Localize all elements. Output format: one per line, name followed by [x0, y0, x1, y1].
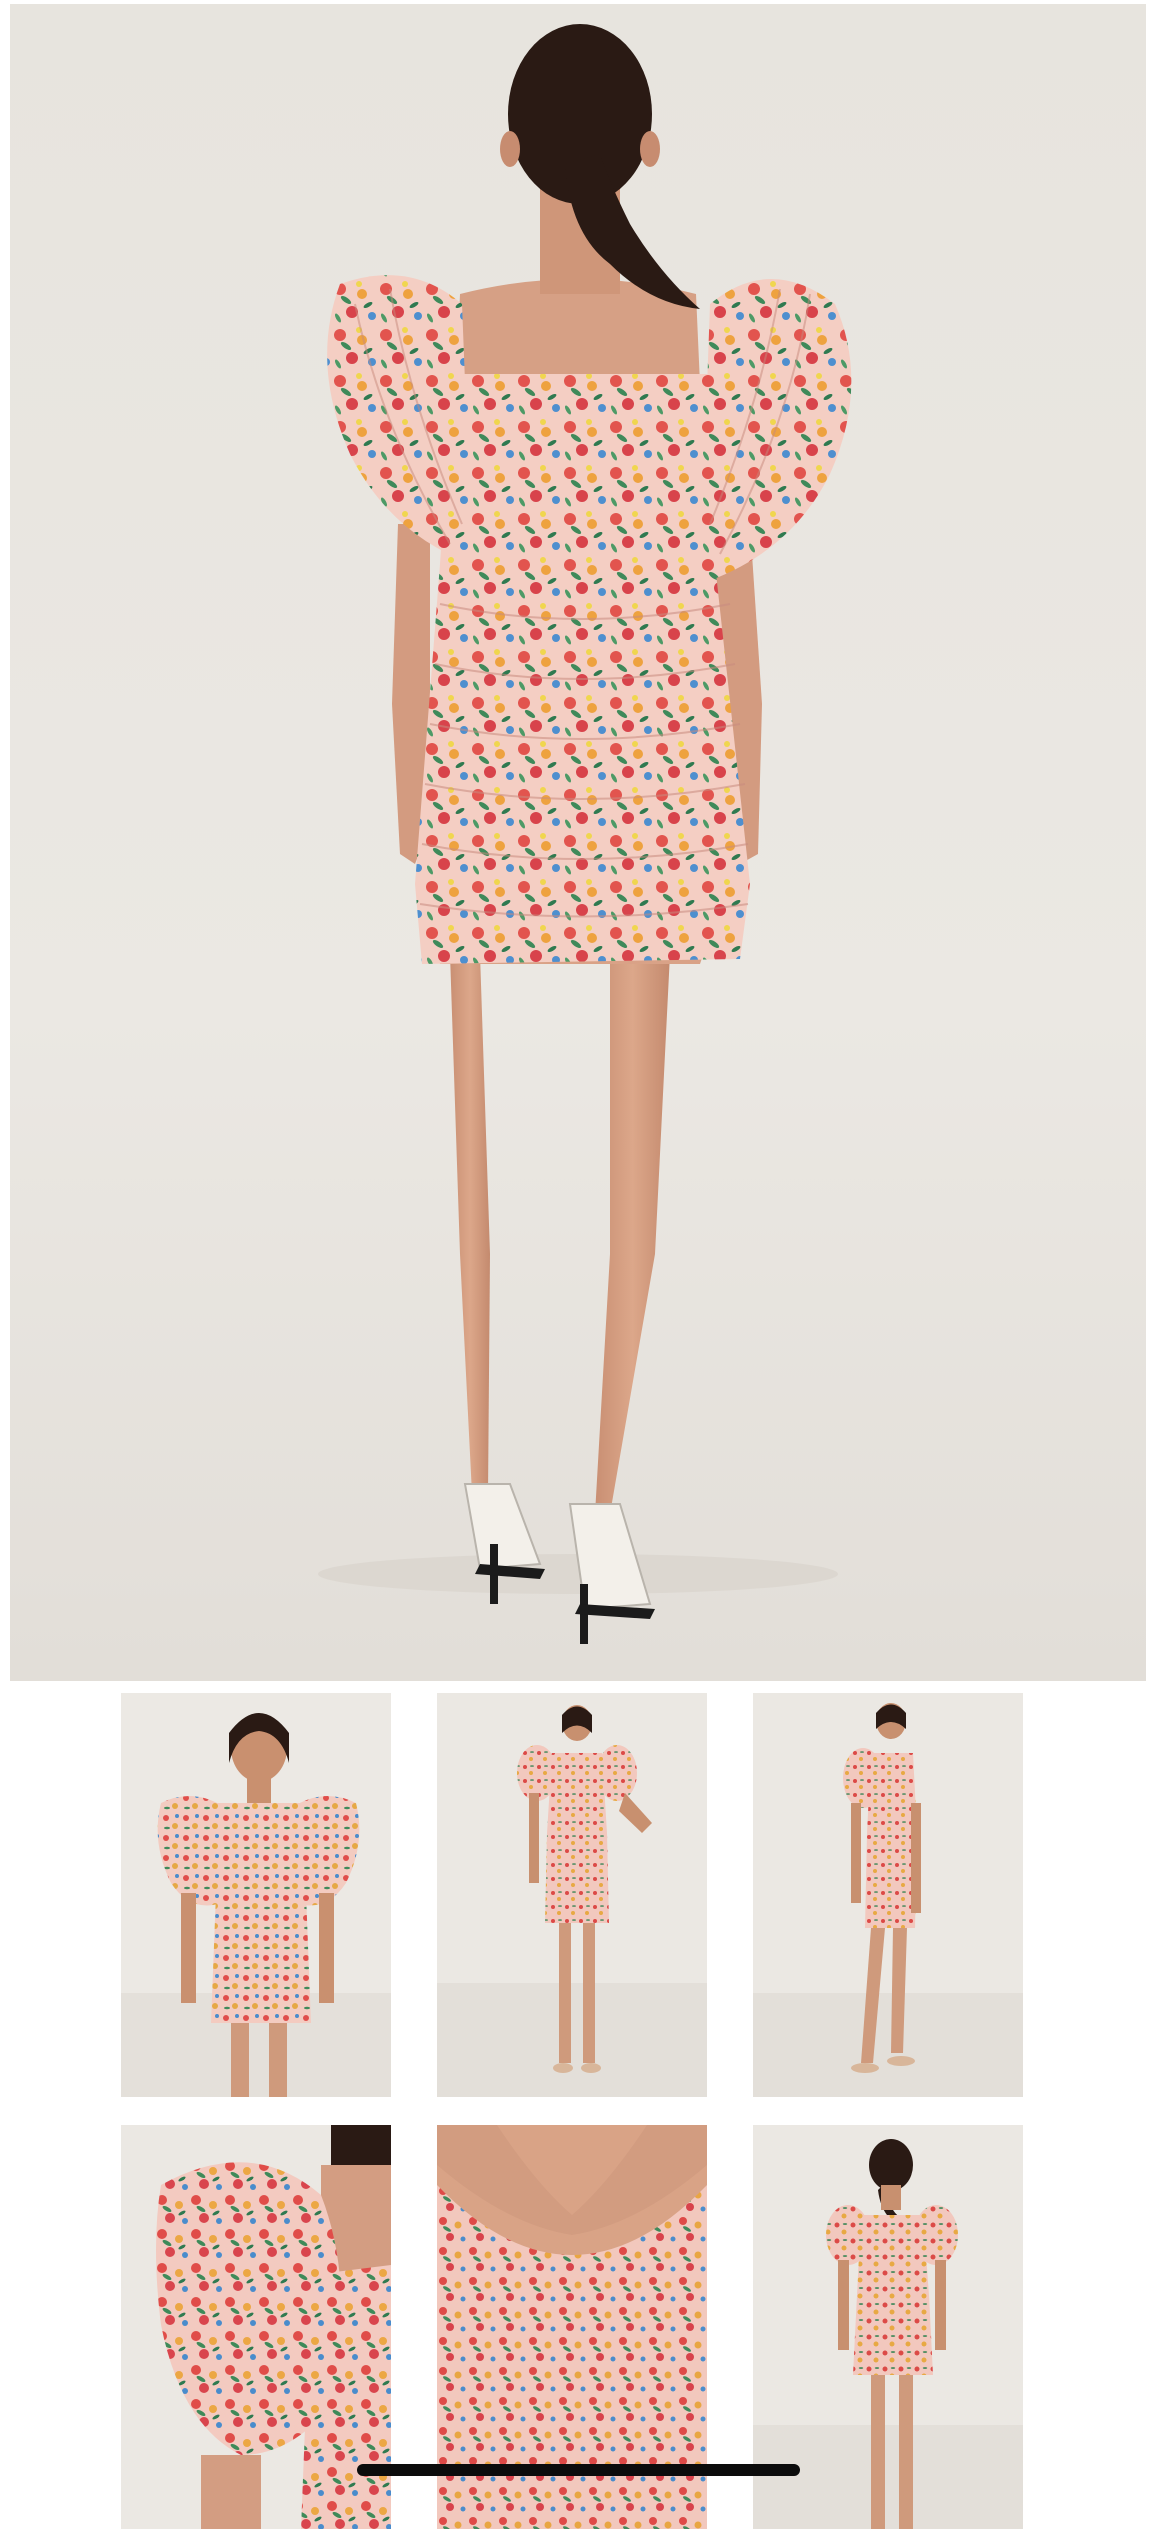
- dress-full-length-illustration: [437, 1693, 707, 2097]
- thumbnail-front-view[interactable]: [121, 1693, 391, 2097]
- home-indicator: [357, 2464, 800, 2476]
- thumbnail-grid: [0, 0, 1160, 2529]
- dress-side-view-illustration: [753, 1693, 1023, 2097]
- sleeve-detail-illustration: [121, 2125, 391, 2529]
- dress-front-view-illustration: [121, 1693, 391, 2097]
- thumbnail-front-full-length[interactable]: [437, 1693, 707, 2097]
- thumbnail-side-view[interactable]: [753, 1693, 1023, 2097]
- thumbnail-sleeve-detail[interactable]: [121, 2125, 391, 2529]
